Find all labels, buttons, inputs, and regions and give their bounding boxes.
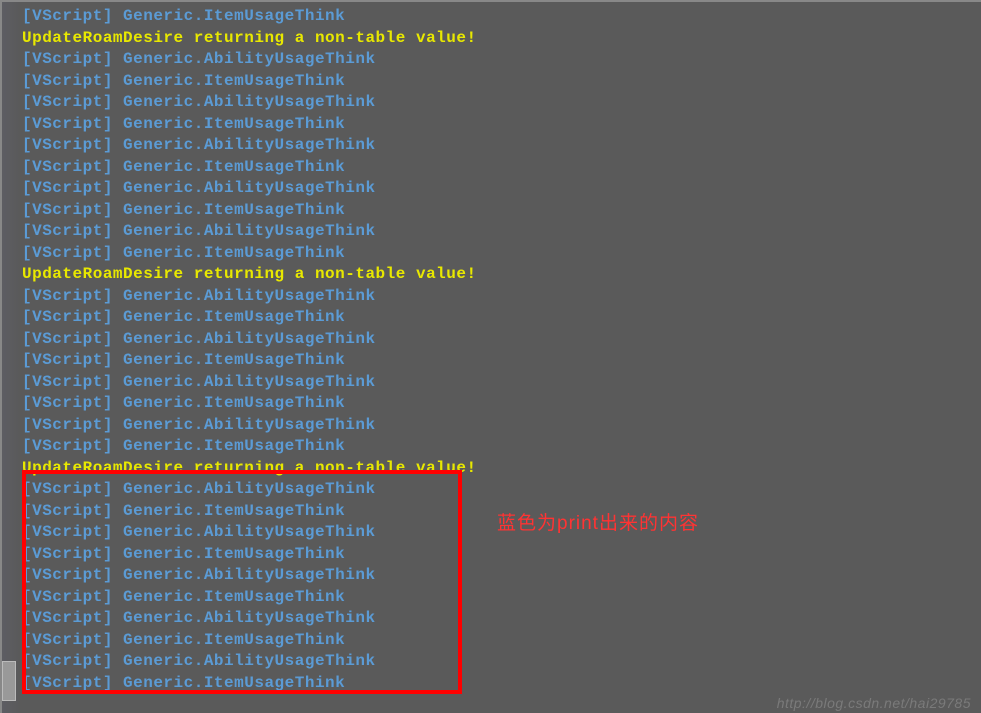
console-line: [VScript] Generic.ItemUsageThink xyxy=(22,71,981,93)
console-line: [VScript] Generic.ItemUsageThink xyxy=(22,114,981,136)
console-line: [VScript] Generic.ItemUsageThink xyxy=(22,243,981,265)
console-line: UpdateRoamDesire returning a non-table v… xyxy=(22,264,981,286)
console-line: [VScript] Generic.ItemUsageThink xyxy=(22,157,981,179)
console-line: [VScript] Generic.AbilityUsageThink xyxy=(22,92,981,114)
console-line: [VScript] Generic.AbilityUsageThink xyxy=(22,178,981,200)
console-line: [VScript] Generic.AbilityUsageThink xyxy=(22,49,981,71)
console-line: [VScript] Generic.AbilityUsageThink xyxy=(22,372,981,394)
console-line: [VScript] Generic.ItemUsageThink xyxy=(22,587,981,609)
console-line: UpdateRoamDesire returning a non-table v… xyxy=(22,458,981,480)
console-line: [VScript] Generic.AbilityUsageThink xyxy=(22,286,981,308)
console-line: UpdateRoamDesire returning a non-table v… xyxy=(22,28,981,50)
console-line: [VScript] Generic.ItemUsageThink xyxy=(22,307,981,329)
console-line: [VScript] Generic.AbilityUsageThink xyxy=(22,608,981,630)
side-tab-hint xyxy=(2,661,16,701)
console-line: [VScript] Generic.AbilityUsageThink xyxy=(22,135,981,157)
console-line: [VScript] Generic.ItemUsageThink xyxy=(22,630,981,652)
console-line: [VScript] Generic.AbilityUsageThink xyxy=(22,221,981,243)
console-line: [VScript] Generic.AbilityUsageThink xyxy=(22,479,981,501)
console-output: [VScript] Generic.ItemUsageThinkUpdateRo… xyxy=(2,2,981,694)
console-line: [VScript] Generic.ItemUsageThink xyxy=(22,200,981,222)
console-line: [VScript] Generic.AbilityUsageThink xyxy=(22,415,981,437)
console-line: [VScript] Generic.ItemUsageThink xyxy=(22,6,981,28)
console-line: [VScript] Generic.ItemUsageThink xyxy=(22,393,981,415)
console-line: [VScript] Generic.ItemUsageThink xyxy=(22,673,981,695)
annotation-text: 蓝色为print出来的内容 xyxy=(497,508,699,535)
console-line: [VScript] Generic.ItemUsageThink xyxy=(22,350,981,372)
console-line: [VScript] Generic.AbilityUsageThink xyxy=(22,651,981,673)
console-line: [VScript] Generic.AbilityUsageThink xyxy=(22,565,981,587)
console-line: [VScript] Generic.AbilityUsageThink xyxy=(22,329,981,351)
watermark-text: http://blog.csdn.net/hai29785 xyxy=(777,695,971,711)
console-line: [VScript] Generic.ItemUsageThink xyxy=(22,436,981,458)
console-line: [VScript] Generic.ItemUsageThink xyxy=(22,544,981,566)
